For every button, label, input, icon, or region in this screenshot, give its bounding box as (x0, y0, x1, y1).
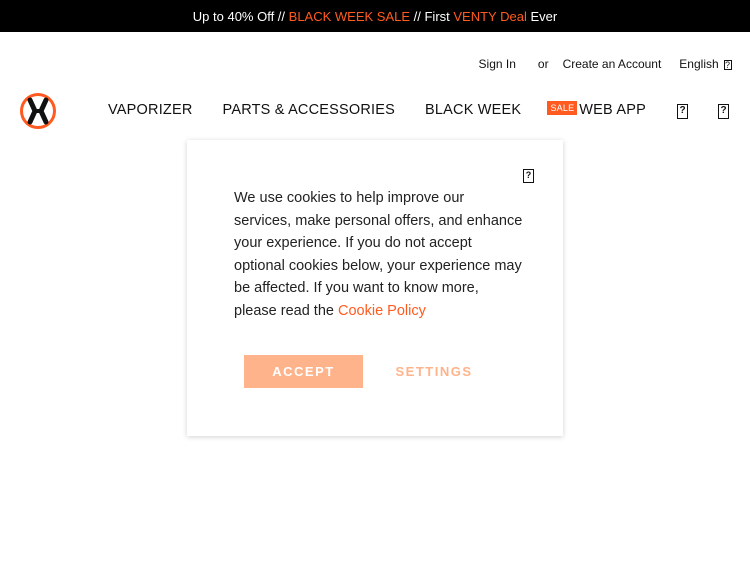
language-label: English (679, 57, 719, 71)
cookie-consent-modal: ? We use cookies to help improve our ser… (187, 140, 563, 436)
language-dropdown-icon: ? (724, 59, 732, 70)
nav-black-week[interactable]: BLACK WEEK SALE (425, 101, 578, 118)
search-icon[interactable]: ? (677, 104, 688, 119)
promo-venty-link[interactable]: VENTY Deal (453, 9, 526, 24)
promo-black-week-link[interactable]: BLACK WEEK SALE (289, 9, 410, 24)
settings-button[interactable]: SETTINGS (394, 355, 474, 388)
promo-text-1: Up to 40% Off // (192, 8, 289, 24)
promo-bar: Up to 40% Off // BLACK WEEK SALE // Firs… (0, 0, 750, 32)
brand-logo-icon[interactable] (19, 93, 57, 129)
cookie-policy-link[interactable]: Cookie Policy (338, 303, 426, 319)
cart-icon[interactable]: ? (718, 104, 729, 119)
main-nav: VAPORIZER PARTS & ACCESSORIES BLACK WEEK… (108, 101, 646, 118)
nav-web-app[interactable]: WEB APP (579, 102, 646, 118)
create-account-link[interactable]: Create an Account (563, 57, 662, 71)
close-icon[interactable]: ? (523, 169, 534, 183)
or-separator: or (537, 57, 549, 71)
nav-vaporizer[interactable]: VAPORIZER (108, 102, 193, 118)
nav-black-week-label: BLACK WEEK (425, 102, 522, 118)
promo-text-3: Ever (526, 8, 558, 24)
promo-text-2: // First (410, 8, 454, 24)
utility-bar: Sign In or Create an Account English ? (479, 57, 732, 71)
sale-badge: SALE (547, 101, 578, 115)
accept-button[interactable]: ACCEPT (244, 355, 363, 388)
cookie-message: We use cookies to help improve our servi… (234, 187, 524, 322)
sign-in-link[interactable]: Sign In (479, 57, 516, 71)
cookie-message-text: We use cookies to help improve our servi… (234, 190, 523, 319)
nav-parts-accessories[interactable]: PARTS & ACCESSORIES (223, 102, 395, 118)
language-selector[interactable]: English ? (679, 57, 732, 71)
